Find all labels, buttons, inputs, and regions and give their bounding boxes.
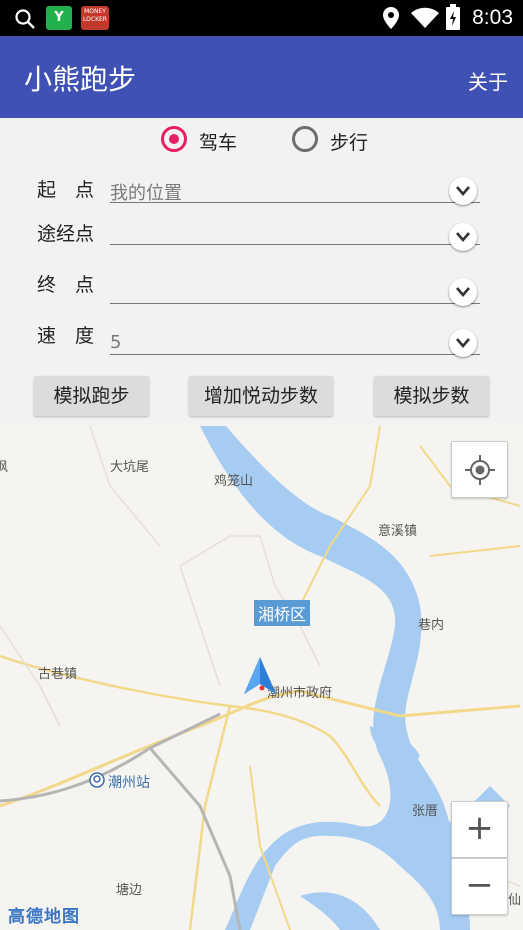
simulate-steps-button[interactable]: 模拟步数 [374,376,489,416]
map-label-edge-right: 仙 [508,893,522,908]
end-underline [110,303,480,304]
map-label-yixizhen: 意溪镇 [378,524,418,539]
map-label-zhangcuo: 张厝 [412,804,439,819]
map-label-xiangqiao: 湘桥区 [254,600,311,626]
chevron-down-icon [456,287,470,297]
chevron-down-icon [456,232,470,242]
mode-radio-group: 驾车 步行 [0,124,523,160]
wifi-icon [411,7,439,28]
about-button[interactable]: 关于 [468,66,508,95]
map-label-station: 潮州站 [108,775,150,791]
app-title: 小熊跑步 [24,63,137,96]
start-label: 起 点 [37,179,95,201]
start-underline [110,202,480,203]
crosshair-icon [465,455,495,485]
speed-underline [110,354,480,355]
map-label-edge-left: 枫 [0,460,9,475]
navigation-arrow-icon [244,657,276,694]
walk-radio-label[interactable]: 步行 [330,128,368,155]
chevron-down-icon [456,338,470,348]
speed-input[interactable]: 5 [110,332,121,353]
drive-radio-label[interactable]: 驾车 [199,128,237,155]
via-label: 途经点 [37,223,95,245]
map-label-tangbian: 塘边 [116,883,143,898]
zoom-out-button[interactable]: − [451,858,508,915]
end-dropdown-button[interactable] [449,278,477,306]
app-notification-icon: Y [46,6,72,30]
map-label-jilongshan: 鸡笼山 [214,474,254,489]
end-label: 终 点 [37,274,95,296]
money-locker-icon: MONEY LOCKER [81,6,109,30]
map-label-guxiangzhen: 古巷镇 [38,667,78,682]
zoom-in-button[interactable]: + [451,801,508,858]
drive-radio[interactable] [161,126,187,152]
speed-label: 速 度 [37,325,95,347]
status-bar: Y MONEY LOCKER 8:03 [0,0,523,36]
via-dropdown-button[interactable] [449,223,477,251]
map-view[interactable]: 大坑尾 鸡笼山 意溪镇 湘桥区 巷内 古巷镇 潮州市政府 潮州站 张厝 塘边 枫… [0,426,523,930]
add-steps-button[interactable]: 增加悦动步数 [189,376,333,416]
simulate-run-button[interactable]: 模拟跑步 [34,376,149,416]
map-label-dakengwei: 大坑尾 [110,460,150,475]
speed-dropdown-button[interactable] [449,329,477,357]
train-station-icon [89,772,105,788]
map-label-xiangnei: 巷内 [418,618,445,633]
amap-logo: 高德地图 [8,907,80,927]
location-icon [383,7,399,29]
locate-button[interactable] [451,441,508,498]
chevron-down-icon [456,186,470,196]
via-underline [110,244,480,245]
walk-radio[interactable] [292,126,318,152]
clock: 8:03 [472,6,513,29]
search-icon [15,9,35,29]
app-bar: 小熊跑步 关于 [0,36,523,118]
battery-icon [446,4,460,30]
start-dropdown-button[interactable] [449,177,477,205]
